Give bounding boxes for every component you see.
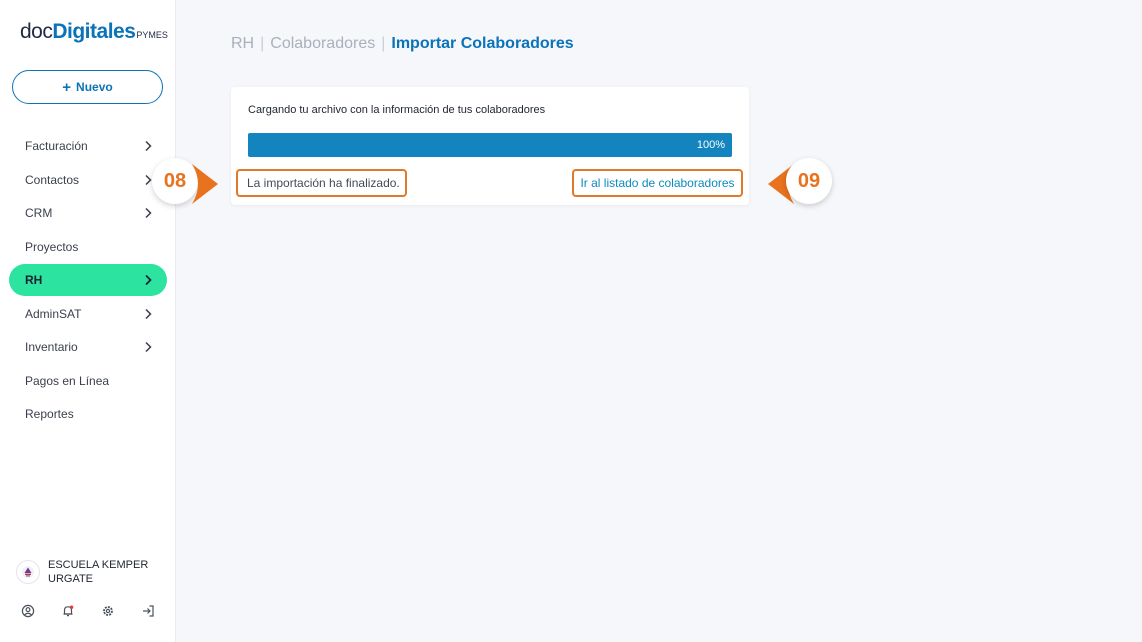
sidebar-item-pagos-en-linea[interactable]: Pagos en Línea xyxy=(9,365,167,397)
chevron-right-icon xyxy=(145,341,152,353)
sidebar-item-inventario[interactable]: Inventario xyxy=(9,331,167,363)
sidebar-item-crm[interactable]: CRM xyxy=(9,197,167,229)
sidebar-item-label: AdminSAT xyxy=(25,306,82,321)
breadcrumb-separator: | xyxy=(381,35,386,52)
logout-icon[interactable] xyxy=(141,604,155,618)
page-title: Importar Colaboradores xyxy=(391,35,574,52)
sidebar-item-facturacion[interactable]: Facturación xyxy=(9,130,167,162)
breadcrumb-item-colaboradores[interactable]: Colaboradores xyxy=(270,35,375,53)
callout-08: 08 xyxy=(152,158,218,210)
sidebar-item-adminsat[interactable]: AdminSAT xyxy=(9,298,167,330)
go-to-collaborators-link[interactable]: Ir al listado de colaboradores xyxy=(572,169,743,197)
school-logo-icon xyxy=(22,566,34,578)
import-card-title: Cargando tu archivo con la información d… xyxy=(248,104,546,116)
user-circle-icon[interactable] xyxy=(21,604,35,618)
breadcrumb: RH | Colaboradores | Importar Colaborado… xyxy=(231,35,574,53)
logo-digitales: Digitales xyxy=(52,20,136,43)
sidebar-item-label: Reportes xyxy=(25,407,74,421)
logo-doc: doc xyxy=(20,20,53,43)
chevron-right-icon xyxy=(145,140,152,152)
bell-icon[interactable] xyxy=(61,604,75,618)
avatar xyxy=(16,560,40,584)
sidebar-item-label: Proyectos xyxy=(25,239,79,254)
gear-icon[interactable] xyxy=(101,604,115,618)
sidebar-item-reportes[interactable]: Reportes xyxy=(9,398,167,430)
import-card: Cargando tu archivo con la información d… xyxy=(231,87,749,205)
arrow-right-icon xyxy=(192,164,218,204)
sidebar-item-label: RH xyxy=(25,273,43,287)
sidebar-item-contactos[interactable]: Contactos xyxy=(9,164,167,196)
sidebar-item-label: Pagos en Línea xyxy=(25,373,110,388)
new-button-label: Nuevo xyxy=(76,80,113,94)
app-logo[interactable]: doc Digitales PYMES xyxy=(20,20,168,50)
callout-09: 09 xyxy=(764,158,832,210)
bottom-toolbar xyxy=(0,604,176,622)
account-switcher[interactable]: ESCUELA KEMPER URGATE xyxy=(16,558,158,586)
breadcrumb-separator: | xyxy=(260,35,265,52)
sidebar: doc Digitales PYMES + Nuevo Facturación Co… xyxy=(0,0,176,642)
sidebar-item-label: Facturación xyxy=(25,139,88,153)
sidebar-item-rh[interactable]: RH xyxy=(9,264,167,296)
breadcrumb-item-rh[interactable]: RH xyxy=(231,35,254,53)
new-button[interactable]: + Nuevo xyxy=(12,70,163,104)
sidebar-item-label: Inventario xyxy=(25,340,78,354)
chevron-right-icon xyxy=(145,274,152,286)
progress-fill xyxy=(248,133,732,157)
sidebar-item-proyectos[interactable]: Proyectos xyxy=(9,231,167,263)
logo-pymes: PYMES xyxy=(136,30,168,40)
sidebar-item-label: Contactos xyxy=(25,172,80,187)
import-progress-bar: 100% xyxy=(248,133,732,157)
account-name: ESCUELA KEMPER URGATE xyxy=(48,559,149,585)
sidebar-nav: Facturación Contactos CRM Proyectos RH A… xyxy=(9,130,167,432)
plus-icon: + xyxy=(62,78,72,96)
import-status-message: La importación ha finalizado. xyxy=(236,169,407,197)
sidebar-item-label: CRM xyxy=(25,206,53,220)
progress-label: 100% xyxy=(696,139,725,151)
chevron-right-icon xyxy=(145,308,152,319)
callout-badge: 09 xyxy=(786,158,832,204)
